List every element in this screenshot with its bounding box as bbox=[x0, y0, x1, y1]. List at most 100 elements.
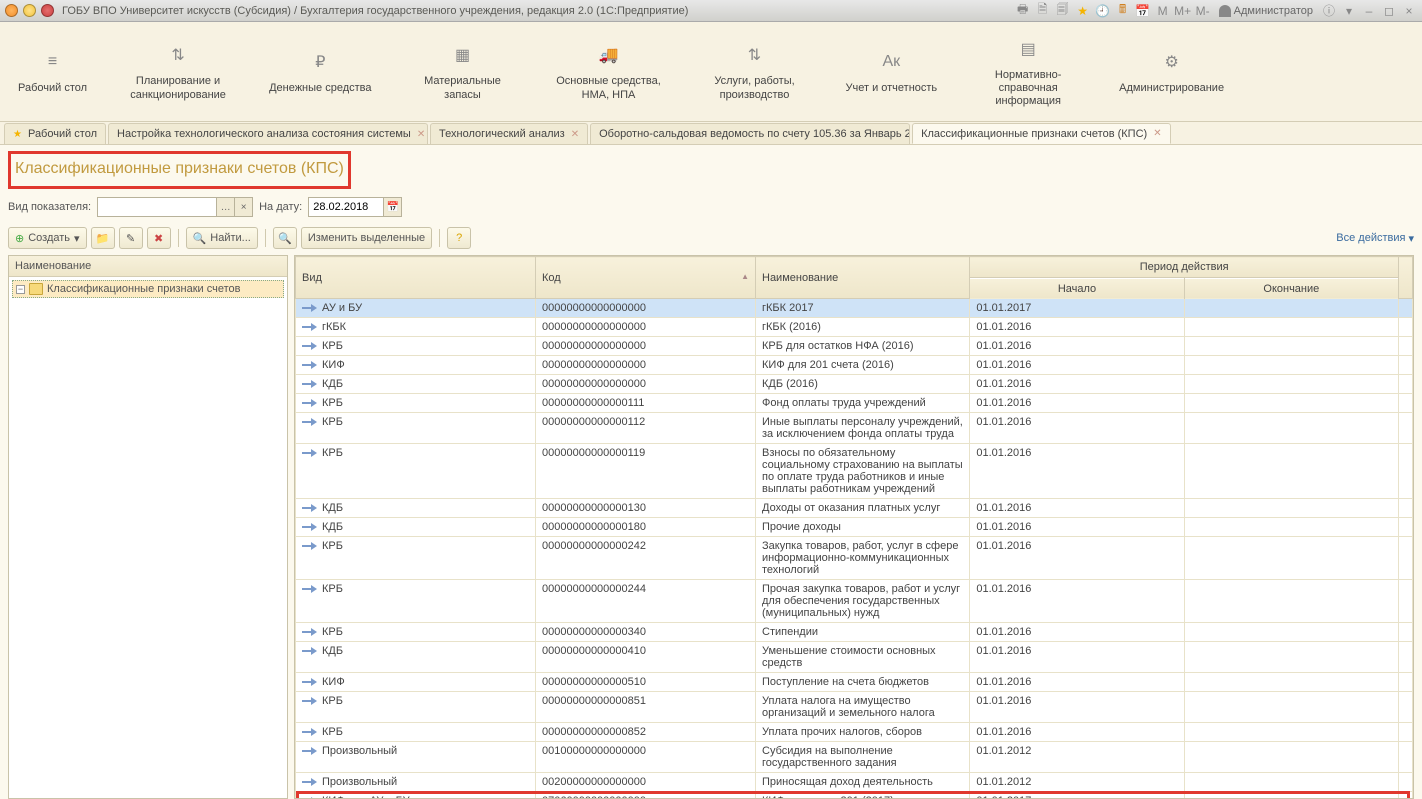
indicator-select-button[interactable]: … bbox=[217, 197, 235, 217]
tab-label: Настройка технологического анализа состо… bbox=[117, 128, 411, 140]
tab[interactable]: Оборотно-сальдовая ведомость по счету 10… bbox=[590, 123, 910, 144]
history-icon[interactable]: 🕘 bbox=[1095, 3, 1111, 19]
table-row[interactable]: АУ и БУ00000000000000000гКБК 201701.01.2… bbox=[296, 299, 1413, 318]
col-header-end[interactable]: Окончание bbox=[1184, 278, 1398, 299]
row-icon bbox=[302, 504, 318, 512]
tab-close-icon[interactable]: ✕ bbox=[417, 129, 425, 140]
tab-label: Технологический анализ bbox=[439, 128, 565, 140]
table-row[interactable]: Произвольный00200000000000000Приносящая … bbox=[296, 773, 1413, 792]
nav-item-gear[interactable]: ⚙Администрирование bbox=[1101, 22, 1242, 121]
col-header-kod[interactable]: Код▲ bbox=[536, 257, 756, 299]
tree-root-item[interactable]: − Классификационные признаки счетов bbox=[12, 280, 284, 298]
tab[interactable]: Классификационные признаки счетов (КПС)✕ bbox=[912, 123, 1170, 144]
tree-expand-icon[interactable]: − bbox=[16, 285, 25, 294]
star-icon[interactable]: ★ bbox=[1075, 3, 1091, 19]
date-picker-button[interactable]: 📅 bbox=[384, 197, 402, 217]
table-row[interactable]: КРБ00000000000000851Уплата налога на иму… bbox=[296, 692, 1413, 723]
tabs-bar: ★Рабочий стол Настройка технологического … bbox=[0, 122, 1422, 145]
nav-label: Рабочий стол bbox=[18, 82, 87, 95]
help-button[interactable]: ? bbox=[447, 227, 471, 249]
table-row[interactable]: КДБ00000000000000410Уменьшение стоимости… bbox=[296, 642, 1413, 673]
title-bar: ГОБУ ВПО Университет искусств (Субсидия)… bbox=[0, 0, 1422, 22]
row-icon bbox=[302, 399, 318, 407]
row-icon bbox=[302, 323, 318, 331]
user-icon bbox=[1219, 5, 1231, 17]
nav-item-ref[interactable]: ▤Нормативно-справочная информация bbox=[955, 22, 1101, 121]
table-row[interactable]: гКБК00000000000000000гКБК (2016)01.01.20… bbox=[296, 318, 1413, 337]
m-minus-icon[interactable]: M- bbox=[1195, 3, 1211, 19]
table-row[interactable]: КРБ00000000000000111Фонд оплаты труда уч… bbox=[296, 394, 1413, 413]
nav-item-assets[interactable]: 🚚Основные средства, НМА, НПА bbox=[536, 22, 682, 121]
table-row[interactable]: КРБ00000000000000000КРБ для остатков НФА… bbox=[296, 337, 1413, 356]
nav-item-reports[interactable]: АкУчет и отчетность bbox=[828, 22, 956, 121]
filter-button[interactable]: 🔍 bbox=[273, 227, 297, 249]
delete-button[interactable]: ✖ bbox=[147, 227, 171, 249]
nav-item-money[interactable]: ₽Денежные средства bbox=[251, 22, 389, 121]
table-row[interactable]: КИФ00000000000000000КИФ для 201 счета (2… bbox=[296, 356, 1413, 375]
find-button[interactable]: 🔍 Найти... bbox=[186, 227, 258, 249]
maximize-icon[interactable]: ◻ bbox=[1381, 3, 1397, 19]
window-forward-button[interactable] bbox=[23, 4, 36, 17]
folder-button[interactable]: 📁 bbox=[91, 227, 115, 249]
indicator-clear-button[interactable]: × bbox=[235, 197, 253, 217]
ref-icon: ▤ bbox=[1017, 39, 1039, 59]
info-icon[interactable]: ⓘ bbox=[1321, 3, 1337, 19]
table-pane[interactable]: Вид Код▲ Наименование Период действия На… bbox=[294, 255, 1414, 799]
col-header-period[interactable]: Период действия bbox=[970, 257, 1399, 278]
table-row[interactable]: КРБ00000000000000340Стипендии01.01.2016 bbox=[296, 623, 1413, 642]
table-row[interactable]: КРБ00000000000000119Взносы по обязательн… bbox=[296, 444, 1413, 499]
nav-label: Планирование и санкционирование bbox=[123, 75, 233, 101]
app-title: ГОБУ ВПО Университет искусств (Субсидия)… bbox=[62, 5, 1015, 17]
window-controls bbox=[5, 4, 54, 17]
m-plus-icon[interactable]: M+ bbox=[1175, 3, 1191, 19]
table-row[interactable]: КИФ00000000000000510Поступление на счета… bbox=[296, 673, 1413, 692]
window-back-button[interactable] bbox=[5, 4, 18, 17]
close-icon[interactable]: × bbox=[1401, 3, 1417, 19]
row-icon bbox=[302, 380, 318, 388]
folder-icon bbox=[29, 283, 43, 295]
tab[interactable]: Технологический анализ ✕ bbox=[430, 123, 588, 144]
separator bbox=[178, 229, 179, 247]
user-badge[interactable]: Администратор bbox=[1215, 3, 1317, 19]
tab-close-icon[interactable]: ✕ bbox=[571, 129, 579, 140]
col-header-naim[interactable]: Наименование bbox=[756, 257, 970, 299]
minimize-icon[interactable]: – bbox=[1361, 3, 1377, 19]
tab-close-icon[interactable]: ✕ bbox=[1153, 128, 1161, 139]
change-selected-button[interactable]: Изменить выделенные bbox=[301, 227, 432, 249]
nav-item-services[interactable]: ⇅Услуги, работы, производство bbox=[682, 22, 828, 121]
nav-item-menu[interactable]: ≡Рабочий стол bbox=[0, 22, 105, 121]
table-row[interactable]: КРБ00000000000000852Уплата прочих налого… bbox=[296, 723, 1413, 742]
dropdown-icon[interactable]: ▾ bbox=[1341, 3, 1357, 19]
edit-button[interactable]: ✎ bbox=[119, 227, 143, 249]
nav-item-plan[interactable]: ⇅Планирование и санкционирование bbox=[105, 22, 251, 121]
print-icon[interactable]: 🖶 bbox=[1015, 3, 1031, 19]
window-favorite-button[interactable] bbox=[41, 4, 54, 17]
tab[interactable]: ★Рабочий стол bbox=[4, 123, 106, 144]
tab[interactable]: Настройка технологического анализа состо… bbox=[108, 123, 428, 144]
tree-root-label: Классификационные признаки счетов bbox=[47, 283, 240, 295]
create-button[interactable]: ⊕Создать ▾ bbox=[8, 227, 87, 249]
table-row[interactable]: КДБ00000000000000130Доходы от оказания п… bbox=[296, 499, 1413, 518]
table-row[interactable]: КДБ00000000000000180Прочие доходы01.01.2… bbox=[296, 518, 1413, 537]
doc-icon[interactable]: 🗎 bbox=[1035, 3, 1051, 19]
table-row[interactable]: КДБ00000000000000000КДБ (2016)01.01.2016 bbox=[296, 375, 1413, 394]
col-header-vid[interactable]: Вид bbox=[296, 257, 536, 299]
col-header-start[interactable]: Начало bbox=[970, 278, 1184, 299]
m-icon[interactable]: M bbox=[1155, 3, 1171, 19]
copy-icon[interactable]: 🗐 bbox=[1055, 3, 1071, 19]
all-actions-link[interactable]: Все действия ▾ bbox=[1336, 232, 1414, 245]
split-pane: Наименование − Классификационные признак… bbox=[8, 255, 1414, 799]
date-input[interactable] bbox=[308, 197, 384, 217]
table-row[interactable]: КИФ для АУ и БУ07060000000000000КИФ для … bbox=[296, 792, 1413, 799]
calendar-icon[interactable]: 📅 bbox=[1135, 3, 1151, 19]
row-icon bbox=[302, 304, 318, 312]
find-label: Найти... bbox=[210, 232, 251, 244]
nav-item-stock[interactable]: ▦Материальные запасы bbox=[390, 22, 536, 121]
calculator-icon[interactable]: 🖩 bbox=[1115, 3, 1131, 19]
all-actions-label: Все действия bbox=[1336, 232, 1405, 244]
table-row[interactable]: КРБ00000000000000112Иные выплаты персона… bbox=[296, 413, 1413, 444]
table-row[interactable]: КРБ00000000000000242Закупка товаров, раб… bbox=[296, 537, 1413, 580]
table-row[interactable]: КРБ00000000000000244Прочая закупка товар… bbox=[296, 580, 1413, 623]
indicator-input[interactable] bbox=[97, 197, 217, 217]
table-row[interactable]: Произвольный00100000000000000Субсидия на… bbox=[296, 742, 1413, 773]
